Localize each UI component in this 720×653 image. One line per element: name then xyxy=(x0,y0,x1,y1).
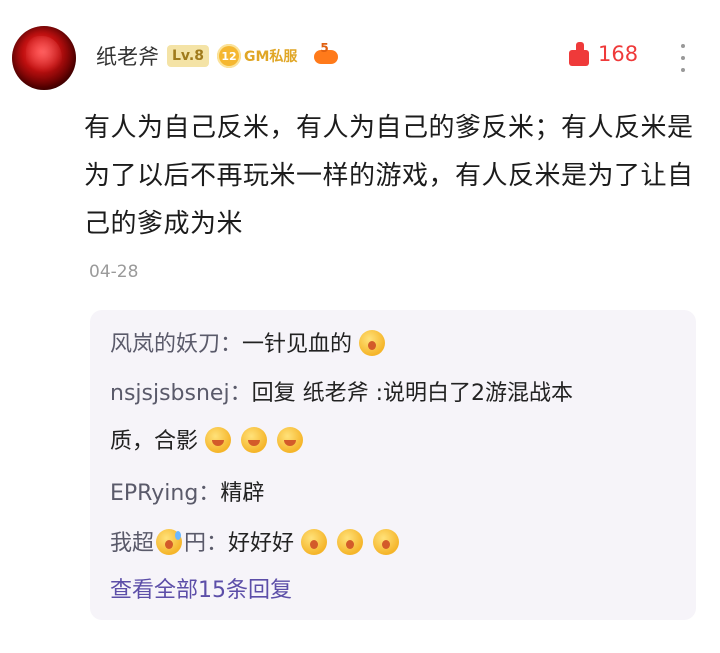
smile-emoji-icon xyxy=(277,427,304,453)
reply-item-continued: 质，合影 xyxy=(110,422,313,462)
gm-badge-label: GM私服 xyxy=(243,49,298,65)
tear-emoji-icon xyxy=(373,529,400,555)
reply-item[interactable]: nsjsjsbsnej：回复 纸老斧 :说明白了2游混战本 xyxy=(110,374,573,414)
comment-date: 04-28 xyxy=(89,262,139,282)
reply-text: 精辟 xyxy=(220,481,265,506)
reply-text: 一针见血的 xyxy=(242,332,353,357)
reply-text: 好好好 xyxy=(228,531,295,556)
sweat-smile-emoji-icon xyxy=(156,529,183,555)
reply-text: 回复 纸老斧 :说明白了2游混战本 xyxy=(251,381,573,406)
reply-text: 质，合影 xyxy=(110,429,199,454)
reply-item[interactable]: 风岚的妖刀：一针见血的 xyxy=(110,325,395,365)
avatar[interactable] xyxy=(12,26,76,90)
view-all-replies-link[interactable]: 查看全部15条回复 xyxy=(110,572,292,604)
comment-header: 纸老斧 Lv.8 12 GM私服 5 xyxy=(96,38,339,74)
reply-item[interactable]: EPRying：精辟 xyxy=(110,474,264,514)
thumbs-up-icon xyxy=(566,40,592,68)
gm-badge: 12 GM私服 xyxy=(216,44,298,68)
like-button[interactable]: 168 xyxy=(566,40,638,68)
reply-author[interactable]: 我超円 xyxy=(110,529,206,556)
tear-emoji-icon xyxy=(359,330,386,356)
tear-emoji-icon xyxy=(301,529,328,555)
reply-author[interactable]: EPRying xyxy=(110,481,198,506)
tear-emoji-icon xyxy=(337,529,364,555)
more-options-icon[interactable] xyxy=(680,44,686,72)
gamepad-icon: 5 xyxy=(313,41,339,69)
like-count: 168 xyxy=(598,42,639,66)
comment-text: 有人为自己反米，有人为自己的爹反米；有人反米是为了以后不再玩米一样的游戏，有人反… xyxy=(84,113,694,239)
gamepad-badge-number: 5 xyxy=(320,41,329,55)
gm-badge-icon: 12 xyxy=(216,44,241,68)
reply-author[interactable]: nsjsjsbsnej xyxy=(110,381,230,406)
smile-emoji-icon xyxy=(241,427,268,453)
smile-emoji-icon xyxy=(205,427,232,453)
reply-author[interactable]: 风岚的妖刀 xyxy=(110,332,220,357)
level-badge: Lv.8 xyxy=(167,45,209,67)
reply-item[interactable]: 我超 円：好好好 xyxy=(110,524,409,564)
username[interactable]: 纸老斧 xyxy=(96,41,159,71)
